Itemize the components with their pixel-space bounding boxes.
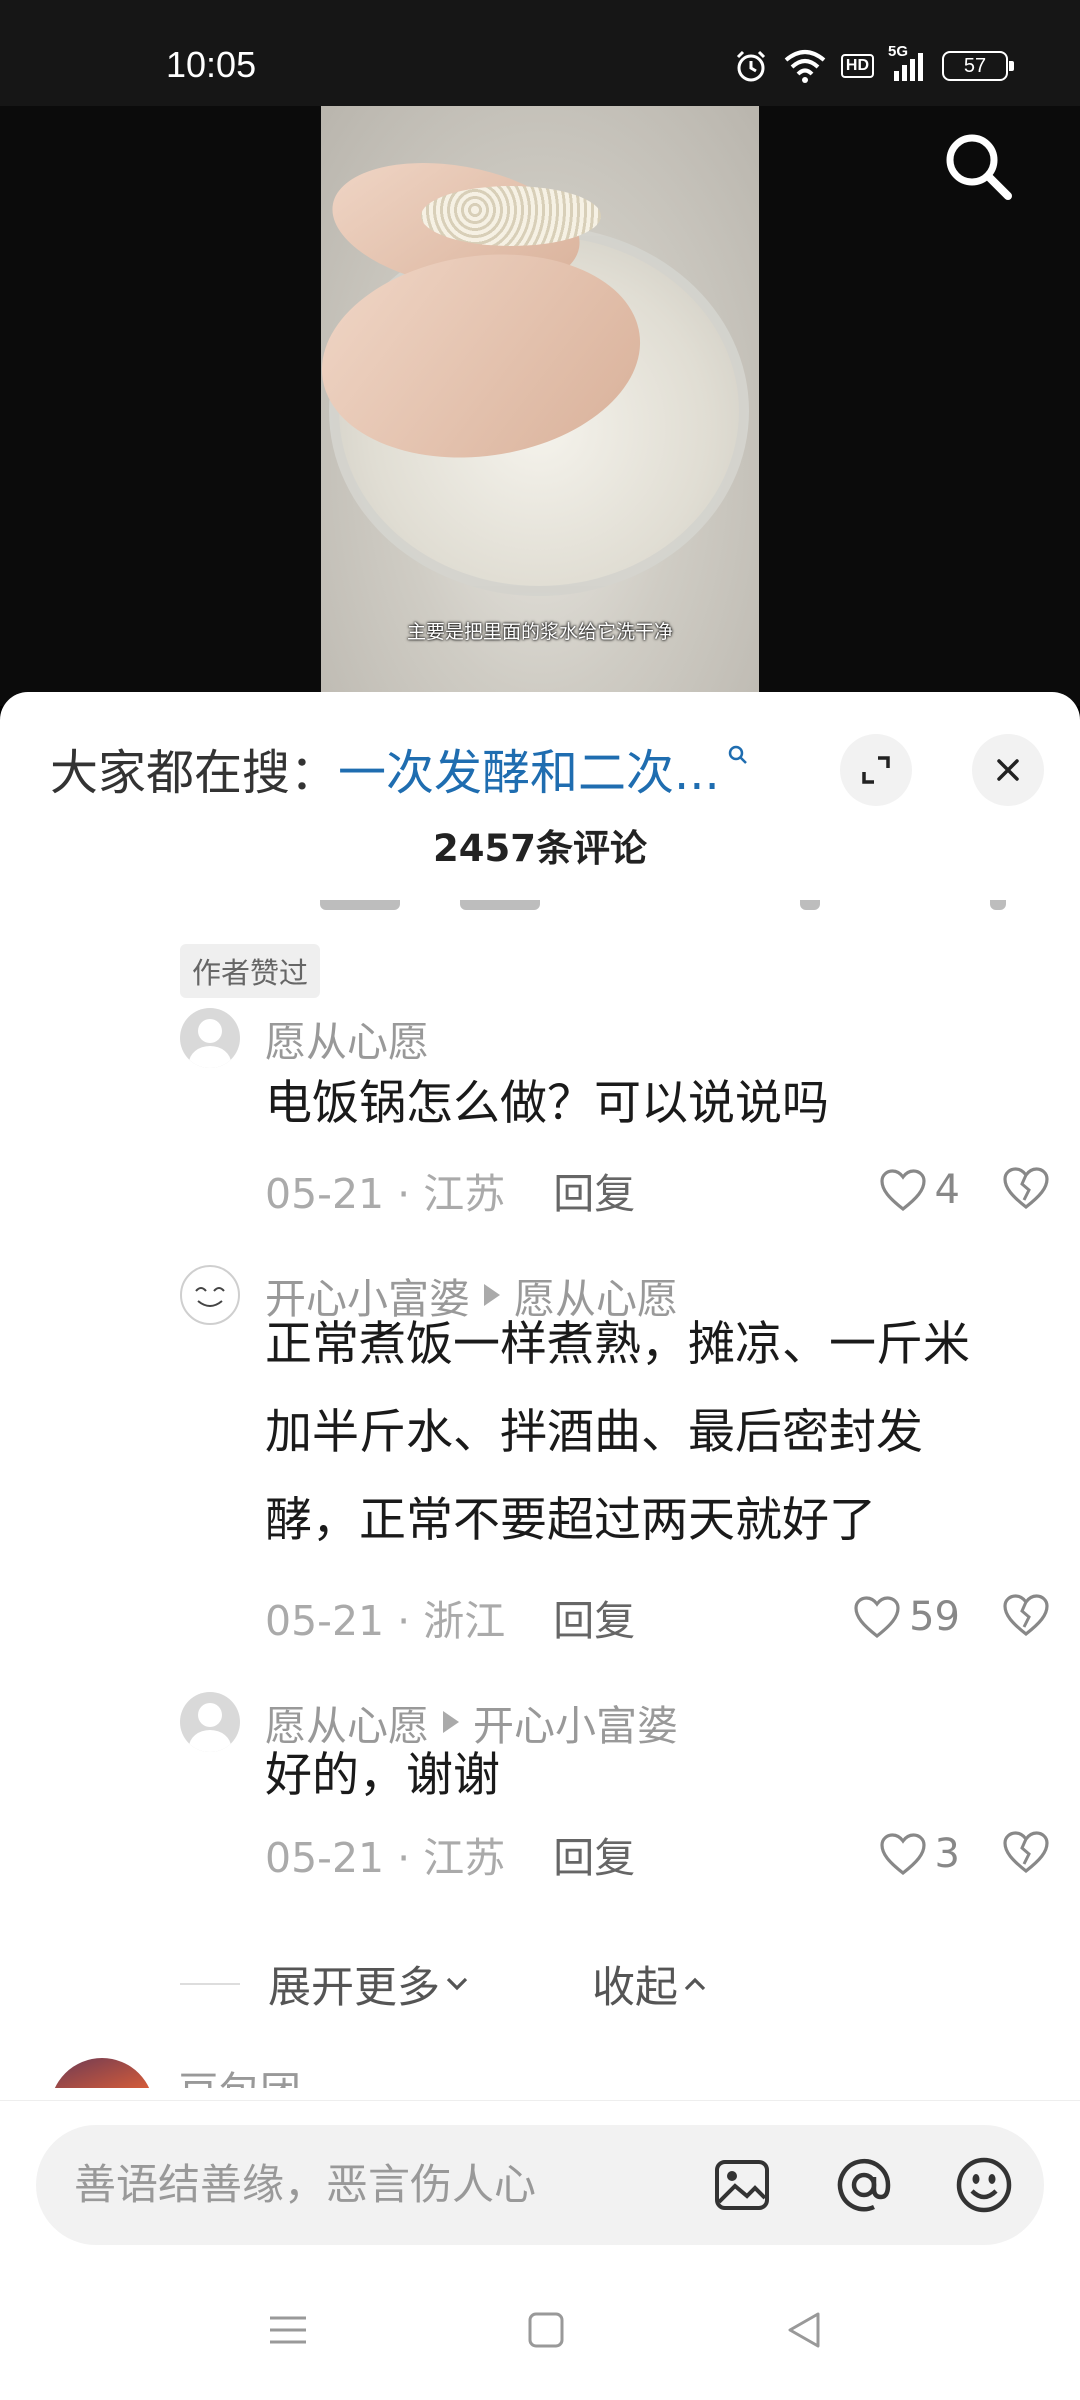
dislike-icon[interactable] <box>1002 1593 1050 1641</box>
avatar[interactable] <box>50 2058 154 2088</box>
reply-meta: 05-21 · 江苏 回复 3 <box>265 1824 1050 1884</box>
collapse-label: 收起 <box>592 1963 678 2013</box>
image-icon[interactable] <box>712 2155 772 2215</box>
like-count: 59 <box>909 1594 960 1640</box>
reply-text-line: 正常煮饭一样煮熟，摊凉、一斤米 <box>265 1317 970 1372</box>
emoji-icon[interactable] <box>954 2155 1014 2215</box>
reply-text: 电饭锅怎么做？可以说说吗 <box>265 1060 1045 1148</box>
collapse-button[interactable]: 收起 <box>592 1953 712 2015</box>
username-row: 愿从心愿 <box>265 1008 429 1068</box>
expand-more-label: 展开更多 <box>268 1963 440 2013</box>
chevron-down-icon <box>446 1977 468 1991</box>
back-icon[interactable] <box>774 2305 834 2355</box>
comment-input-placeholder: 善语结善缘，恶言伤人心 <box>74 2160 537 2209</box>
hot-search-link[interactable]: 一次发酵和二次... <box>338 733 720 803</box>
reply-text-line: 好的，谢谢 <box>265 1748 500 1803</box>
close-icon[interactable] <box>972 734 1044 806</box>
reply-date-location: 05-21 · 江苏 <box>265 1170 506 1218</box>
reply-text-line: 加半斤水、拌酒曲、最后密封发 <box>265 1405 923 1460</box>
signal-icon: 5G <box>888 43 928 83</box>
hot-search-label: 大家都在搜： <box>50 745 339 801</box>
status-icons: HD 5G 57 <box>733 43 1014 84</box>
reply-item: 开心小富婆 愿从心愿 正常煮饭一样煮熟，摊凉、一斤米 加半斤水、拌酒曲、最后密封… <box>180 1265 1050 1645</box>
like-button[interactable]: 59 <box>853 1594 960 1640</box>
like-count: 3 <box>934 1831 960 1877</box>
chevron-up-icon <box>684 1977 706 1991</box>
reply-date-location: 05-21 · 江苏 <box>265 1834 506 1882</box>
avatar[interactable] <box>180 1265 240 1325</box>
reply-meta: 05-21 · 浙江 回复 59 <box>265 1587 1050 1647</box>
reply-username[interactable]: 愿从心愿 <box>265 1008 429 1068</box>
at-icon[interactable] <box>834 2155 894 2215</box>
expand-icon[interactable] <box>840 734 912 806</box>
video-player[interactable]: 主要是把里面的浆水给它洗干净 <box>0 106 1080 706</box>
reply-text-line: 电饭锅怎么做？可以说说吗 <box>265 1076 829 1131</box>
heart-icon <box>879 1833 926 1876</box>
network-type: 5G <box>888 43 909 60</box>
reply-text: 正常煮饭一样煮熟，摊凉、一斤米 加半斤水、拌酒曲、最后密封发 酵，正常不要超过两… <box>265 1301 1045 1565</box>
reply-item: 愿从心愿 开心小富婆 好的，谢谢 05-21 · 江苏 回复 3 <box>180 1692 1050 1882</box>
status-time: 10:05 <box>166 44 257 85</box>
comment-input-bar: 善语结善缘，恶言伤人心 <box>0 2100 1080 2260</box>
dislike-icon[interactable] <box>1002 1830 1050 1878</box>
heart-icon <box>879 1169 926 1212</box>
hot-search-row[interactable]: 大家都在搜： 一次发酵和二次... <box>50 728 750 808</box>
reply-button[interactable]: 回复 <box>553 1587 635 1647</box>
hot-search-icon <box>726 743 750 774</box>
video-frame[interactable]: 主要是把里面的浆水给它洗干净 <box>321 106 759 706</box>
comment-input[interactable]: 善语结善缘，恶言伤人心 <box>36 2125 1044 2245</box>
battery-indicator: 57 <box>942 51 1014 81</box>
reply-item: 愿从心愿 电饭锅怎么做？可以说说吗 05-21 · 江苏 回复 4 <box>180 1008 1050 1218</box>
heart-icon <box>854 1596 900 1639</box>
reply-button[interactable]: 回复 <box>553 1824 635 1884</box>
reply-text-line: 酵，正常不要超过两天就好了 <box>265 1493 876 1548</box>
home-icon[interactable] <box>516 2305 576 2355</box>
system-nav-bar <box>0 2260 1080 2400</box>
wifi-icon <box>783 48 827 84</box>
like-button[interactable]: 3 <box>879 1831 960 1877</box>
reply-date-location: 05-21 · 浙江 <box>265 1597 506 1645</box>
avatar[interactable] <box>180 1692 240 1752</box>
search-icon[interactable] <box>940 128 1016 204</box>
divider <box>180 1983 240 1985</box>
reply-arrow-icon <box>443 1711 459 1733</box>
like-button[interactable]: 4 <box>879 1167 960 1213</box>
reply-button[interactable]: 回复 <box>553 1160 635 1220</box>
video-rice-image <box>421 186 601 246</box>
video-caption: 主要是把里面的浆水给它洗干净 <box>406 621 673 643</box>
alarm-icon <box>733 48 769 84</box>
comment-count: 2457条评论 <box>433 827 647 870</box>
dislike-icon[interactable] <box>1002 1166 1050 1214</box>
like-count: 4 <box>934 1167 960 1213</box>
comment-username[interactable]: 豆包团 <box>178 2058 301 2088</box>
next-comment: 豆包团 <box>48 2058 1080 2088</box>
author-liked-badge: 作者赞过 <box>180 944 321 998</box>
reply-meta: 05-21 · 江苏 回复 4 <box>265 1160 1050 1220</box>
thread-controls: 展开更多 收起 <box>180 1954 712 2014</box>
reply-text: 好的，谢谢 <box>265 1732 1045 1820</box>
status-bar: 10:05 HD 5G 57 <box>0 0 1080 106</box>
menu-icon[interactable] <box>258 2305 318 2355</box>
avatar[interactable] <box>180 1008 240 1068</box>
expand-more-button[interactable]: 展开更多 <box>268 1953 474 2015</box>
hd-badge: HD <box>840 54 874 78</box>
clipped-previous-row <box>0 900 1080 914</box>
